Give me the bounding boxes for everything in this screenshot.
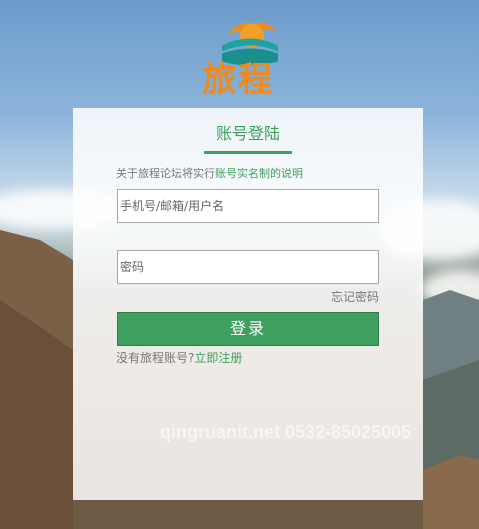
watermark: qingruanit.net 0532-85025005: [160, 422, 412, 442]
logo-text: 旅程: [202, 60, 274, 100]
title-underline: [204, 151, 292, 154]
login-button[interactable]: 登录: [117, 312, 379, 346]
username-input[interactable]: 手机号/邮箱/用户名: [117, 189, 379, 223]
register-link[interactable]: 立即注册: [194, 351, 242, 365]
password-input[interactable]: 密码: [117, 250, 379, 284]
register-row: 没有旅程账号?立即注册: [116, 349, 242, 366]
realname-notice: 关于旅程论坛将实行账号实名制的说明: [116, 165, 303, 181]
notice-prefix: 关于旅程论坛将实行: [116, 167, 215, 180]
register-prompt: 没有旅程账号?: [116, 351, 195, 365]
page-title: 账号登陆: [215, 124, 280, 143]
forgot-password-link[interactable]: 忘记密码: [331, 288, 379, 305]
realname-policy-link[interactable]: 账号实名制的说明: [215, 167, 303, 180]
